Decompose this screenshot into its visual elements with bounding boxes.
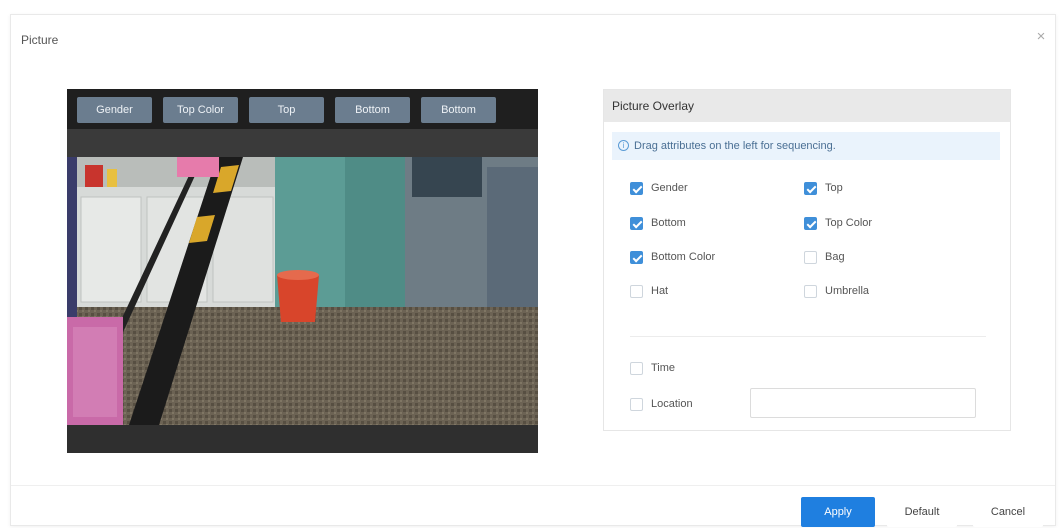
panel-header: Picture Overlay bbox=[604, 90, 1010, 122]
checkbox-box[interactable] bbox=[804, 250, 817, 264]
checkbox-time[interactable]: Time bbox=[630, 360, 675, 376]
picture-overlay-panel: Picture Overlay i Drag attributes on the… bbox=[603, 89, 1011, 431]
checkbox-box[interactable] bbox=[630, 181, 643, 195]
checkbox-box[interactable] bbox=[630, 284, 643, 298]
checkbox-top[interactable]: Top bbox=[804, 180, 843, 196]
checkbox-box[interactable] bbox=[630, 397, 643, 411]
checkbox-bottom[interactable]: Bottom bbox=[630, 215, 686, 231]
camera-scene-svg bbox=[67, 157, 538, 425]
location-input[interactable] bbox=[750, 388, 976, 418]
checkbox-label: Hat bbox=[651, 285, 669, 297]
panel-title: Picture Overlay bbox=[612, 99, 695, 113]
apply-button[interactable]: Apply bbox=[801, 497, 875, 527]
checkbox-label: Bottom Color bbox=[651, 251, 716, 263]
attribute-chip-bottom[interactable]: Bottom bbox=[335, 97, 410, 123]
preview-header-strip bbox=[67, 129, 538, 157]
cancel-button[interactable]: Cancel bbox=[973, 497, 1043, 527]
checkbox-label: Gender bbox=[651, 182, 688, 194]
checkbox-gender[interactable]: Gender bbox=[630, 180, 688, 196]
section-divider bbox=[630, 336, 986, 337]
camera-scene-image bbox=[67, 157, 538, 425]
checkbox-box[interactable] bbox=[804, 284, 817, 298]
info-icon: i bbox=[618, 140, 629, 151]
picture-dialog: Picture × Gender Top Color Top Bottom Bo… bbox=[10, 14, 1056, 527]
checkbox-label: Bag bbox=[825, 251, 845, 263]
checkbox-box[interactable] bbox=[804, 181, 817, 195]
checkbox-label: Time bbox=[651, 362, 676, 374]
default-button[interactable]: Default bbox=[887, 497, 957, 527]
tip-text: Drag attributes on the left for sequenci… bbox=[634, 140, 836, 152]
checkbox-label: Location bbox=[651, 398, 693, 410]
checkbox-umbrella[interactable]: Umbrella bbox=[804, 283, 869, 299]
checkbox-bottom-color[interactable]: Bottom Color bbox=[630, 249, 715, 265]
checkbox-label: Top Color bbox=[825, 217, 873, 229]
attribute-chip-top-color[interactable]: Top Color bbox=[163, 97, 238, 123]
checkbox-box[interactable] bbox=[804, 216, 817, 230]
checkbox-box[interactable] bbox=[630, 250, 643, 264]
checkbox-box[interactable] bbox=[630, 361, 643, 375]
checkbox-bag[interactable]: Bag bbox=[804, 249, 845, 265]
attribute-chip-top[interactable]: Top bbox=[249, 97, 324, 123]
checkbox-location[interactable]: Location bbox=[630, 396, 693, 412]
checkbox-hat[interactable]: Hat bbox=[630, 283, 668, 299]
attribute-order-bar: Gender Top Color Top Bottom Bottom bbox=[67, 89, 538, 129]
info-tip: i Drag attributes on the left for sequen… bbox=[612, 132, 1000, 160]
preview-footer-strip bbox=[67, 425, 538, 453]
checkbox-label: Top bbox=[825, 182, 843, 194]
checkbox-label: Bottom bbox=[651, 217, 686, 229]
footer-divider bbox=[11, 485, 1055, 486]
checkbox-label: Umbrella bbox=[825, 285, 870, 297]
dialog-title: Picture bbox=[21, 33, 59, 47]
close-icon[interactable]: × bbox=[1033, 29, 1049, 45]
attribute-chip-bottom-color[interactable]: Bottom bbox=[421, 97, 496, 123]
document-caption-cropped bbox=[0, 0, 1060, 12]
attribute-chip-gender[interactable]: Gender bbox=[77, 97, 152, 123]
checkbox-box[interactable] bbox=[630, 216, 643, 230]
picture-preview: Gender Top Color Top Bottom Bottom bbox=[67, 89, 538, 453]
checkbox-top-color[interactable]: Top Color bbox=[804, 215, 872, 231]
